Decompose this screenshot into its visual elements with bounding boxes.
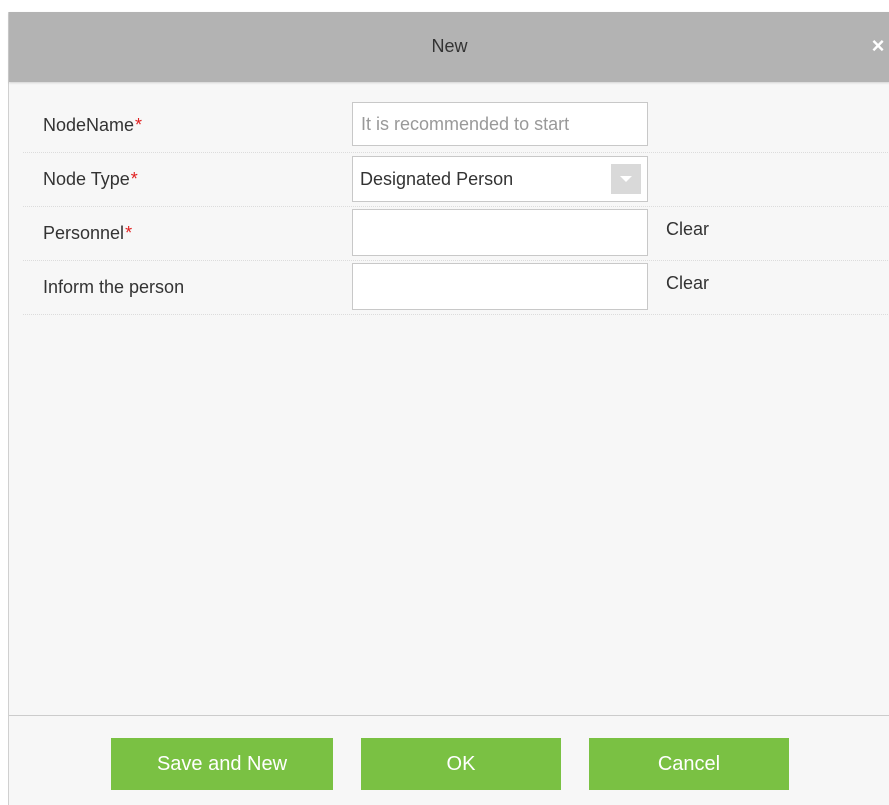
- node-name-row: NodeName*: [23, 98, 889, 153]
- node-type-label: Node Type*: [43, 169, 138, 190]
- personnel-row: Personnel* Clear: [23, 206, 889, 261]
- required-mark: *: [135, 115, 143, 135]
- new-node-dialog: New × NodeName* Node Type* Designated Pe…: [8, 12, 889, 805]
- save-and-new-button[interactable]: Save and New: [111, 738, 333, 790]
- required-mark: *: [130, 169, 138, 189]
- dialog-titlebar: New ×: [9, 12, 889, 82]
- node-name-label-text: NodeName: [43, 115, 135, 135]
- inform-clear-link[interactable]: Clear: [666, 273, 709, 294]
- node-type-select[interactable]: Designated Person: [352, 156, 648, 202]
- node-type-row: Node Type* Designated Person: [23, 152, 889, 207]
- inform-person-input[interactable]: [352, 263, 648, 310]
- personnel-clear-link[interactable]: Clear: [666, 219, 709, 240]
- node-name-input[interactable]: [352, 102, 648, 146]
- footer-divider: [9, 715, 889, 716]
- chevron-down-icon[interactable]: [611, 164, 641, 194]
- ok-button[interactable]: OK: [361, 738, 561, 790]
- personnel-input[interactable]: [352, 209, 648, 256]
- node-type-label-text: Node Type: [43, 169, 130, 189]
- dialog-title: New: [431, 36, 468, 56]
- inform-row: Inform the person Clear: [23, 260, 889, 315]
- personnel-label-text: Personnel: [43, 223, 125, 243]
- inform-label: Inform the person: [43, 277, 185, 297]
- node-name-label: NodeName*: [43, 115, 142, 136]
- cancel-button[interactable]: Cancel: [589, 738, 789, 790]
- close-icon[interactable]: ×: [868, 34, 888, 58]
- personnel-label: Personnel*: [43, 223, 132, 244]
- required-mark: *: [125, 223, 133, 243]
- node-type-selected-value: Designated Person: [360, 169, 514, 189]
